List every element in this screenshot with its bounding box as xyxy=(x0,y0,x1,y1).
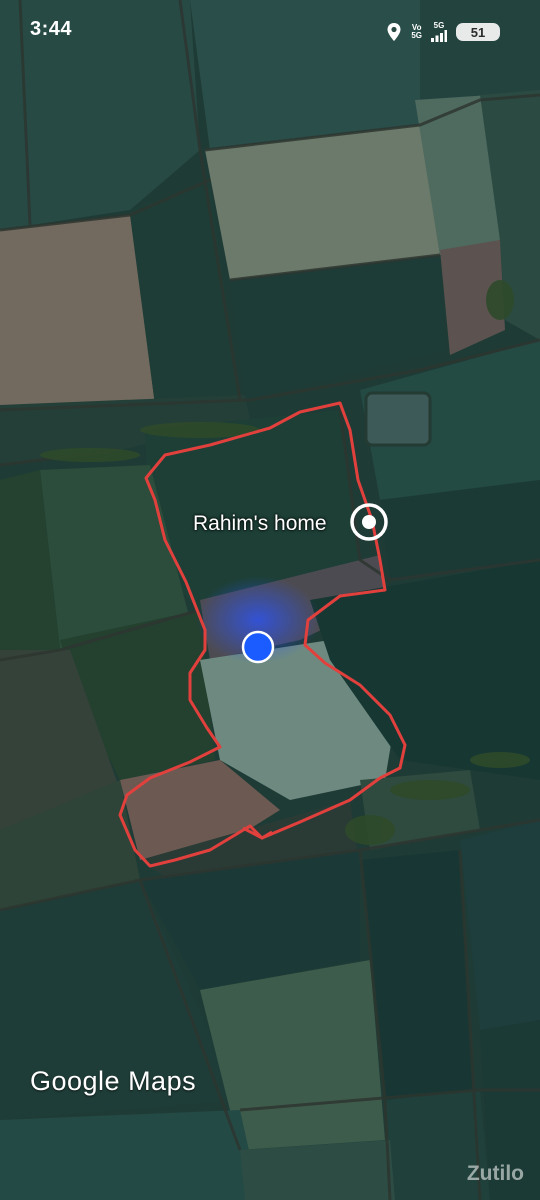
volte-5g-indicator: Vo 5G xyxy=(411,23,422,40)
satellite-map[interactable] xyxy=(0,0,540,1200)
status-bar: 3:44 Vo 5G 5G 51 xyxy=(0,0,540,64)
place-label[interactable]: Rahim's home xyxy=(193,512,327,536)
current-location-dot xyxy=(241,630,275,664)
status-icons: Vo 5G 5G 51 xyxy=(386,20,500,44)
google-maps-logo: Google Maps xyxy=(30,1066,197,1096)
battery-indicator: 51 xyxy=(456,23,500,41)
network-5g-indicator: 5G xyxy=(431,22,447,42)
pond xyxy=(364,391,432,447)
watermark: Zutilo xyxy=(466,1162,524,1185)
status-time: 3:44 xyxy=(30,18,73,40)
location-pin-icon xyxy=(387,23,401,41)
signal-icon xyxy=(431,30,447,42)
